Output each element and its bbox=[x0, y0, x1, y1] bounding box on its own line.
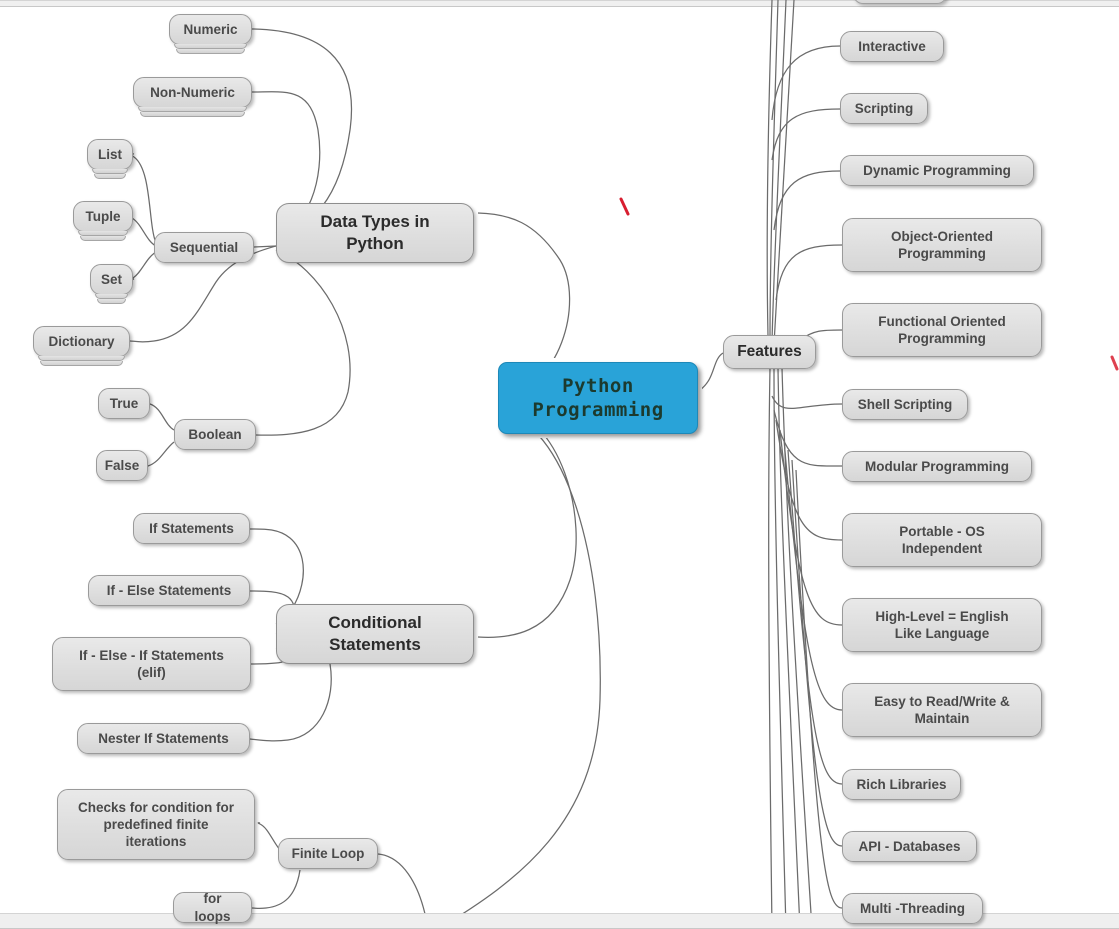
node-feature-interactive[interactable]: Interactive bbox=[840, 31, 944, 62]
node-if-else-statements[interactable]: If - Else Statements bbox=[88, 575, 250, 606]
node-finite-loop[interactable]: Finite Loop bbox=[278, 838, 378, 869]
node-list[interactable]: List bbox=[87, 139, 133, 179]
annotation-mark-center bbox=[619, 197, 630, 216]
node-non-numeric[interactable]: Non-Numeric bbox=[133, 77, 252, 117]
node-feature-dynamic-programming[interactable]: Dynamic Programming bbox=[840, 155, 1034, 186]
node-feature-functional-oriented-programming[interactable]: Functional Oriented Programming bbox=[842, 303, 1042, 357]
node-feature-high-level-english-like[interactable]: High-Level = English Like Language bbox=[842, 598, 1042, 652]
node-feature-portable-os-independent[interactable]: Portable - OS Independent bbox=[842, 513, 1042, 567]
node-if-statements[interactable]: If Statements bbox=[133, 513, 250, 544]
branch-features[interactable]: Features bbox=[723, 335, 816, 369]
node-feature-easy-to-read-write-maintain[interactable]: Easy to Read/Write & Maintain bbox=[842, 683, 1042, 737]
node-sequential[interactable]: Sequential bbox=[154, 232, 254, 263]
node-nester-if-statements[interactable]: Nester If Statements bbox=[77, 723, 250, 754]
node-offscreen-top-edge bbox=[853, 0, 947, 4]
node-dictionary[interactable]: Dictionary bbox=[33, 326, 130, 366]
node-feature-object-oriented-programming[interactable]: Object-Oriented Programming bbox=[842, 218, 1042, 272]
node-tuple[interactable]: Tuple bbox=[73, 201, 133, 241]
root-node-python-programming[interactable]: Python Programming bbox=[498, 362, 698, 434]
node-feature-shell-scripting[interactable]: Shell Scripting bbox=[842, 389, 968, 420]
mindmap-canvas[interactable]: Python Programming Data Types in Python … bbox=[0, 0, 1119, 929]
node-false[interactable]: False bbox=[96, 450, 148, 481]
branch-conditional-statements[interactable]: Conditional Statements bbox=[276, 604, 474, 664]
node-set[interactable]: Set bbox=[90, 264, 133, 304]
node-if-else-if-statements[interactable]: If - Else - If Statements (elif) bbox=[52, 637, 251, 691]
annotation-mark-right-edge bbox=[1110, 355, 1119, 371]
node-feature-modular-programming[interactable]: Modular Programming bbox=[842, 451, 1032, 482]
node-feature-api-databases[interactable]: API - Databases bbox=[842, 831, 977, 862]
node-feature-multi-threading[interactable]: Multi -Threading bbox=[842, 893, 983, 924]
node-true[interactable]: True bbox=[98, 388, 150, 419]
node-checks-for-condition[interactable]: Checks for condition for predefined fini… bbox=[57, 789, 255, 860]
node-feature-rich-libraries[interactable]: Rich Libraries bbox=[842, 769, 961, 800]
branch-data-types[interactable]: Data Types in Python bbox=[276, 203, 474, 263]
window-top-strip bbox=[0, 0, 1119, 7]
node-numeric[interactable]: Numeric bbox=[169, 14, 252, 54]
node-boolean[interactable]: Boolean bbox=[174, 419, 256, 450]
node-feature-scripting[interactable]: Scripting bbox=[840, 93, 928, 124]
node-for-loops[interactable]: for loops bbox=[173, 891, 252, 924]
